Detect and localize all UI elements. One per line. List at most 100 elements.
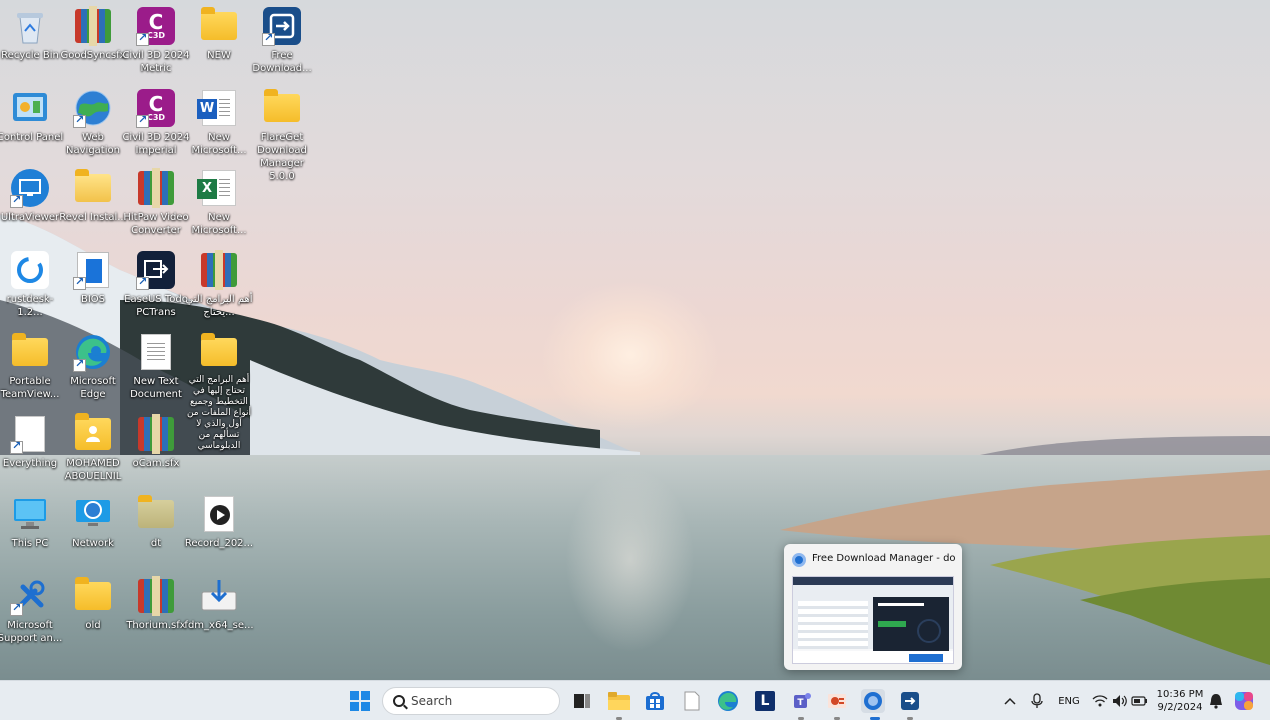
start-button[interactable] — [348, 689, 372, 713]
bios-icon — [73, 250, 113, 290]
desktop-icon-arabic-programs-archive[interactable]: أهم البرامج التي يحتاج... — [185, 250, 253, 319]
l-app-icon: L — [755, 691, 775, 711]
easeus-icon — [136, 250, 176, 290]
document-icon — [10, 414, 50, 454]
desktop-icon-flareget[interactable]: FlareGet Download Manager 5.0.0 — [250, 88, 314, 183]
desktop-icon-fdm-installer[interactable]: fdm_x64_se... — [184, 576, 254, 632]
store-icon — [646, 692, 664, 710]
tray-battery[interactable] — [1128, 689, 1152, 713]
taskbar-teams[interactable]: T — [789, 689, 813, 713]
tray-language[interactable]: ENG — [1055, 689, 1083, 713]
ultraviewer-icon — [10, 168, 50, 208]
installer-icon — [199, 576, 239, 616]
wifi-icon — [1092, 695, 1108, 707]
desktop-icon-record[interactable]: Record_202... — [185, 494, 253, 550]
desktop-icon-goodsyncsfx[interactable]: GoodSyncsfx — [60, 6, 126, 62]
recycle-bin-icon — [10, 6, 50, 46]
desktop-icon-thorium-sfx[interactable]: Thorium.sfx — [124, 576, 188, 632]
search-placeholder: Search — [411, 694, 453, 708]
excel-icon: X — [197, 168, 239, 208]
network-icon — [73, 494, 113, 534]
file-explorer-icon — [608, 692, 630, 710]
archive-icon — [136, 168, 176, 208]
folder-icon — [73, 168, 113, 208]
battery-icon — [1131, 696, 1147, 706]
microphone-icon — [1031, 693, 1043, 708]
desktop-icon-microsoft-support[interactable]: Microsoft Support an... — [0, 576, 62, 645]
desktop-icon-civil3d-metric[interactable]: CC3D Civil 3D 2024 Metric — [122, 6, 190, 75]
search-icon — [393, 695, 405, 707]
desktop-icon-portable-teamviewer[interactable]: Portable TeamView... — [0, 332, 62, 401]
winrar-icon — [199, 250, 239, 290]
tray-overflow-button[interactable] — [998, 689, 1022, 713]
folder-icon — [262, 88, 302, 128]
tray-clock[interactable]: 10:36 PM 9/2/2024 — [1152, 688, 1208, 714]
clock-time: 10:36 PM — [1156, 689, 1204, 700]
taskbar-store[interactable] — [643, 689, 667, 713]
desktop-icon-ocam-sfx[interactable]: oCam.sfx — [124, 414, 188, 470]
desktop-icon-everything[interactable]: Everything — [0, 414, 62, 470]
desktop-icon-easeus-todo-pctrans[interactable]: EaseUS Todo PCTrans — [124, 250, 188, 319]
desktop-icon-old[interactable]: old — [61, 576, 125, 632]
chevron-up-icon — [1004, 697, 1016, 705]
taskbar-l-app[interactable]: L — [753, 689, 777, 713]
taskbar-search-box[interactable]: Search — [382, 687, 560, 715]
clock-date: 9/2/2024 — [1157, 702, 1203, 713]
desktop-icon-web-navigation[interactable]: Web Navigation — [61, 88, 125, 157]
taskbar-fdm[interactable] — [898, 689, 922, 713]
presentation-icon — [828, 694, 846, 708]
edge-icon — [718, 691, 738, 711]
desktop-icon-microsoft-edge[interactable]: Microsoft Edge — [61, 332, 125, 401]
rustdesk-icon — [10, 250, 50, 290]
desktop-icon-rustdesk[interactable]: rustdesk-1.2... — [0, 250, 62, 319]
desktop-icon-revel-install[interactable]: Revel Instal... — [59, 168, 127, 224]
taskbar-thumbnail-preview[interactable]: Free Download Manager - dow... — [784, 544, 962, 670]
taskbar-edge[interactable] — [716, 689, 740, 713]
desktop-icon-recycle-bin[interactable]: Recycle Bin — [0, 6, 62, 62]
desktop-icon-dt[interactable]: dt — [124, 494, 188, 550]
thumbnail-title: Free Download Manager - dow... — [812, 553, 956, 564]
taskbar: Search L T ENG 10:36 PM 9/2/2024 — [0, 680, 1270, 720]
taskbar-browser-active[interactable] — [861, 689, 885, 713]
volume-icon — [1113, 695, 1127, 707]
media-file-icon — [199, 494, 239, 534]
monitor-icon — [10, 494, 50, 534]
fdm-app-icon — [792, 553, 806, 567]
taskbar-file-explorer[interactable] — [607, 689, 631, 713]
folder-icon — [73, 576, 113, 616]
desktop-icon-mohamed-abouelnil[interactable]: MOHAMED ABOUELNIL — [61, 413, 125, 483]
civil3d-icon: C C3D — [136, 6, 176, 46]
task-view-button[interactable] — [570, 689, 594, 713]
tray-notifications[interactable] — [1204, 689, 1228, 713]
desktop-icon-new-excel-doc[interactable]: X New Microsoft... — [187, 168, 251, 237]
desktop-icon-new-folder[interactable]: NEW — [187, 6, 251, 62]
teams-icon: T — [794, 693, 811, 708]
archive-icon — [136, 414, 176, 454]
copilot-icon — [1235, 692, 1253, 710]
tray-copilot[interactable] — [1232, 689, 1256, 713]
desktop-icon-control-panel[interactable]: Control Panel — [0, 88, 63, 144]
desktop-icon-arabic-programs-folder[interactable]: أهم البرامج التي تحتاج إليها في التخطيط … — [187, 332, 251, 452]
civil3d-icon: C C3D — [136, 88, 176, 128]
user-folder-icon — [73, 413, 113, 454]
desktop-icon-bios[interactable]: BIOS — [61, 250, 125, 306]
globe-icon — [73, 88, 113, 128]
desktop-icon-civil3d-imperial[interactable]: CC3D Civil 3D 2024 Imperial — [122, 88, 190, 157]
notification-bell-icon — [1210, 694, 1222, 709]
word-icon: W — [197, 88, 239, 128]
desktop-icon-this-pc[interactable]: This PC — [0, 494, 62, 550]
archive-icon — [73, 6, 113, 46]
tray-microphone[interactable] — [1025, 689, 1049, 713]
taskbar-presentation-app[interactable] — [825, 689, 849, 713]
language-indicator: ENG — [1058, 695, 1080, 707]
desktop-icon-free-download-manager[interactable]: Free Download... — [250, 6, 314, 75]
desktop-icon-new-text-document[interactable]: New Text Document — [124, 332, 188, 401]
folder-icon — [199, 6, 239, 46]
desktop-icon-hitpaw-video-converter[interactable]: HitPaw Video Converter — [123, 168, 189, 237]
desktop-icon-ultraviewer[interactable]: UltraViewer — [0, 168, 62, 224]
desktop-icon-new-word-doc[interactable]: W New Microsoft... — [187, 88, 251, 157]
desktop-icon-network[interactable]: Network — [61, 494, 125, 550]
folder-icon — [136, 494, 176, 534]
taskbar-notepad[interactable] — [680, 689, 704, 713]
thumbnail-window-preview[interactable] — [792, 576, 954, 664]
